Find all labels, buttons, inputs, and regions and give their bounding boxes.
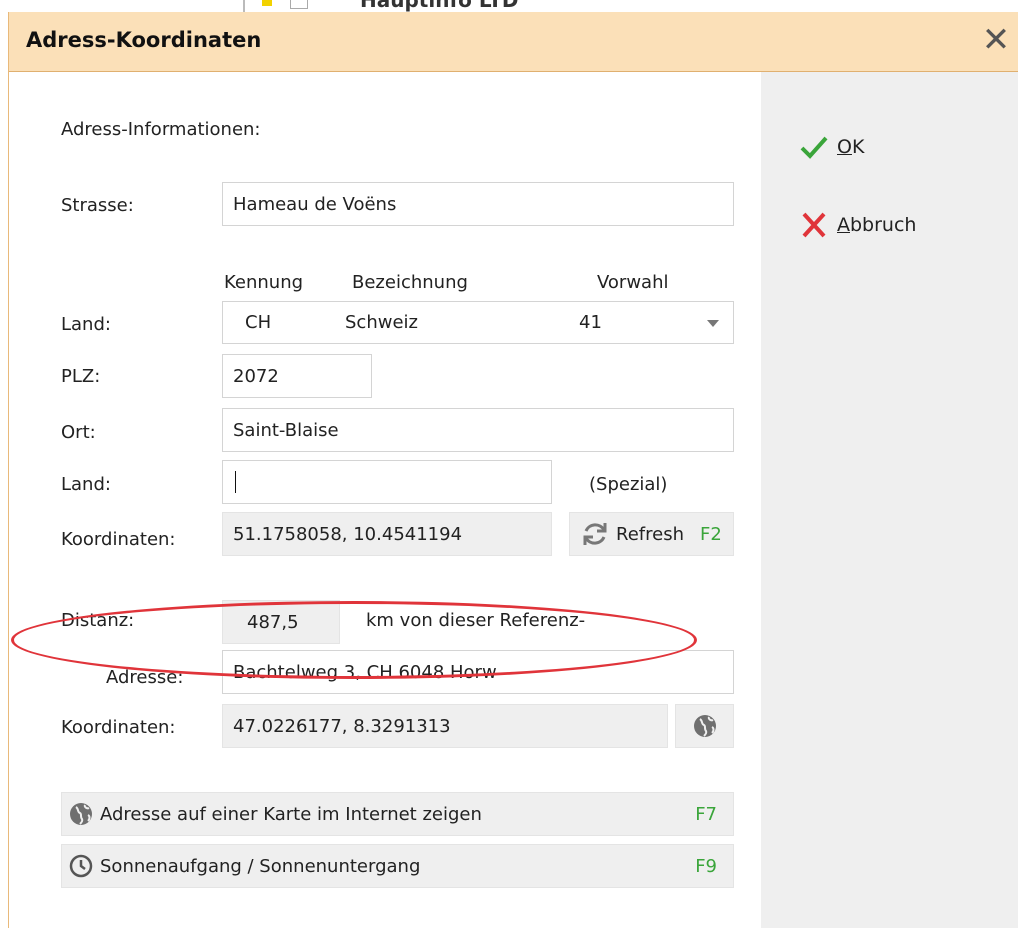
cancel-button[interactable]: Abbruch [799, 212, 916, 238]
column-bezeichnung: Bezeichnung [352, 272, 468, 293]
refresh-icon [583, 523, 607, 545]
background-window-strip: Hauptinfo LTD [0, 0, 1018, 12]
distanz-field: 487,5 [222, 600, 340, 644]
land2-label: Land: [61, 474, 111, 495]
background-divider [243, 0, 245, 12]
ok-mnemonic: O [837, 136, 852, 158]
refresh-label: Refresh [616, 523, 684, 545]
distanz-suffix: km von dieser Referenz- [366, 610, 586, 631]
text-caret [235, 471, 236, 493]
refresh-button[interactable]: Refresh F2 [569, 512, 734, 556]
map-button[interactable]: Adresse auf einer Karte im Internet zeig… [61, 792, 734, 836]
koordinaten2-label: Koordinaten: [61, 717, 176, 738]
column-kennung: Kennung [224, 272, 304, 293]
cancel-label: bbruch [850, 214, 917, 236]
background-icon [262, 0, 272, 6]
plz-label: PLZ: [61, 366, 101, 387]
adresse-field[interactable]: Bachtelweg 3, CH 6048 Horw [222, 650, 734, 694]
close-button[interactable]: ✕ [973, 18, 1018, 62]
adresse-label: Adresse: [106, 667, 184, 688]
ok-label: K [851, 136, 865, 158]
distanz-value: 487,5 [247, 611, 299, 633]
background-grid-icon [290, 0, 308, 9]
section-label: Adress-Informationen: [61, 119, 261, 140]
koordinaten-label: Koordinaten: [61, 529, 176, 550]
land-select[interactable]: CH Schweiz 41 [222, 301, 734, 344]
land2-field[interactable] [222, 460, 552, 504]
adresse-value: Bachtelweg 3, CH 6048 Horw [233, 661, 497, 683]
dialog-title: Adress-Koordinaten [26, 28, 262, 52]
x-icon [802, 212, 826, 238]
distanz-label: Distanz: [61, 610, 135, 631]
sun-button[interactable]: Sonnenaufgang / Sonnenuntergang F9 [61, 844, 734, 888]
globe-icon [693, 715, 716, 737]
clock-icon [69, 854, 93, 878]
cancel-mnemonic: A [837, 214, 850, 236]
globe-icon [70, 803, 92, 825]
koordinaten2-value: 47.0226177, 8.3291313 [233, 715, 451, 737]
land-vorwahl: 41 [579, 312, 602, 333]
koordinaten2-field: 47.0226177, 8.3291313 [222, 704, 668, 748]
chevron-down-icon [707, 320, 719, 327]
ok-button[interactable]: OK [799, 134, 864, 160]
sun-shortcut: F9 [695, 855, 717, 877]
title-bar: Adress-Koordinaten ✕ [9, 12, 1018, 72]
plz-field[interactable]: 2072 [222, 354, 372, 398]
strasse-field[interactable]: Hameau de Voëns [222, 182, 734, 226]
map-label: Adresse auf einer Karte im Internet zeig… [100, 803, 482, 825]
address-coordinates-dialog: Adress-Koordinaten ✕ Adress-Informatione… [8, 12, 1018, 928]
strasse-value: Hameau de Voëns [233, 193, 397, 215]
close-icon: ✕ [981, 20, 1011, 60]
spezial-label: (Spezial) [589, 474, 668, 495]
strasse-label: Strasse: [61, 195, 134, 216]
koordinaten-field: 51.1758058, 10.4541194 [222, 512, 552, 556]
ort-value: Saint-Blaise [233, 419, 339, 441]
ort-label: Ort: [61, 422, 96, 443]
globe-button[interactable] [675, 704, 734, 748]
map-shortcut: F7 [695, 803, 717, 825]
koordinaten-value: 51.1758058, 10.4541194 [233, 523, 463, 545]
land-code: CH [245, 312, 272, 333]
column-vorwahl: Vorwahl [597, 272, 669, 293]
background-text: Hauptinfo LTD [360, 0, 519, 12]
action-sidebar: OK Abbruch [761, 72, 1018, 928]
land-label: Land: [61, 314, 111, 335]
plz-value: 2072 [233, 365, 279, 387]
ort-field[interactable]: Saint-Blaise [222, 408, 734, 452]
checkmark-icon [800, 136, 828, 159]
refresh-shortcut: F2 [700, 523, 722, 545]
land-name: Schweiz [345, 312, 418, 333]
sun-label: Sonnenaufgang / Sonnenuntergang [100, 855, 421, 877]
